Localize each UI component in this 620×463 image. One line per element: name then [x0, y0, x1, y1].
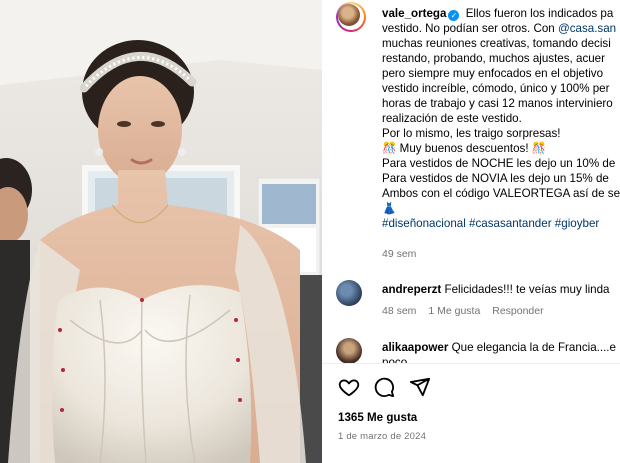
commenter-username[interactable]: andreperzt [382, 283, 441, 296]
post-photo[interactable] [0, 0, 322, 463]
commenter-avatar[interactable] [336, 280, 362, 306]
bride-photo-illustration [0, 0, 322, 463]
caption-line-2: vestido. No podían ser otros. Con [382, 22, 555, 35]
comment-text: Que elegancia la de Francia....e [451, 341, 616, 354]
author-username[interactable]: vale_ortega [382, 7, 446, 20]
post-caption: vale_ortega ✓ Ellos fueron los indicados … [382, 6, 620, 231]
comment-likes[interactable]: 1 Me gusta [428, 305, 480, 317]
comment-timestamp[interactable]: 48 sem [382, 305, 416, 317]
party-emoji-icon-2: 🎊 [531, 142, 547, 155]
comment-icon[interactable] [373, 376, 395, 398]
caption-line-4: restando, probando, muchos ajustes, acue… [382, 52, 605, 65]
caption-line-9: Por lo mismo, les traigo sorpresas! [382, 127, 561, 140]
caption-line-1: Ellos fueron los indicados pa [465, 7, 614, 20]
share-icon[interactable] [409, 376, 431, 398]
caption-line-5: pero siempre muy enfocados en el objetiv… [382, 67, 604, 80]
likes-count[interactable]: 1365 Me gusta [338, 411, 417, 424]
caption-timestamp[interactable]: 49 sem [382, 248, 416, 260]
caption-line-6: vestido increíble, cómodo, único y 100% … [382, 82, 610, 95]
hashtag-disenonacional[interactable]: #diseñonacional [382, 217, 466, 230]
caption-line-3: muchas reuniones creativas, tomando deci… [382, 37, 611, 50]
dress-emoji-icon: 👗 [382, 202, 397, 215]
mention-link[interactable]: @casa.san [558, 22, 616, 35]
post-date[interactable]: 1 de marzo de 2024 [338, 431, 426, 442]
caption-line-12: Para vestidos de NOVIA les dejo un 15% d… [382, 172, 609, 185]
caption-line-13: Ambos con el código VALEORTEGA así de se [382, 187, 620, 200]
caption-line-11: Para vestidos de NOCHE les dejo un 10% d… [382, 157, 616, 170]
post-details-panel: vale_ortega ✓ Ellos fueron los indicados … [322, 0, 620, 463]
caption-line-7: horas de trabajo y casi 12 manos intervi… [382, 97, 613, 110]
post-actions-bar: 1365 Me gusta 1 de marzo de 2024 [322, 363, 620, 463]
hashtag-casasantander[interactable]: #casasantander [469, 217, 552, 230]
hashtag-gioyber[interactable]: #gioyber [555, 217, 599, 230]
reply-button[interactable]: Responder [492, 305, 543, 317]
party-emoji-icon: 🎊 [382, 142, 397, 155]
comment-text: Felicidades!!! te veías muy linda [444, 283, 610, 296]
verified-badge-icon: ✓ [448, 10, 460, 21]
caption-line-10: Muy buenos descuentos! [399, 142, 529, 155]
commenter-username[interactable]: alikaapower [382, 341, 448, 354]
commenter-avatar[interactable] [336, 338, 362, 364]
caption-line-8: realización de este vestido. [382, 112, 522, 125]
heart-icon[interactable] [338, 376, 360, 398]
author-avatar[interactable] [336, 2, 366, 32]
